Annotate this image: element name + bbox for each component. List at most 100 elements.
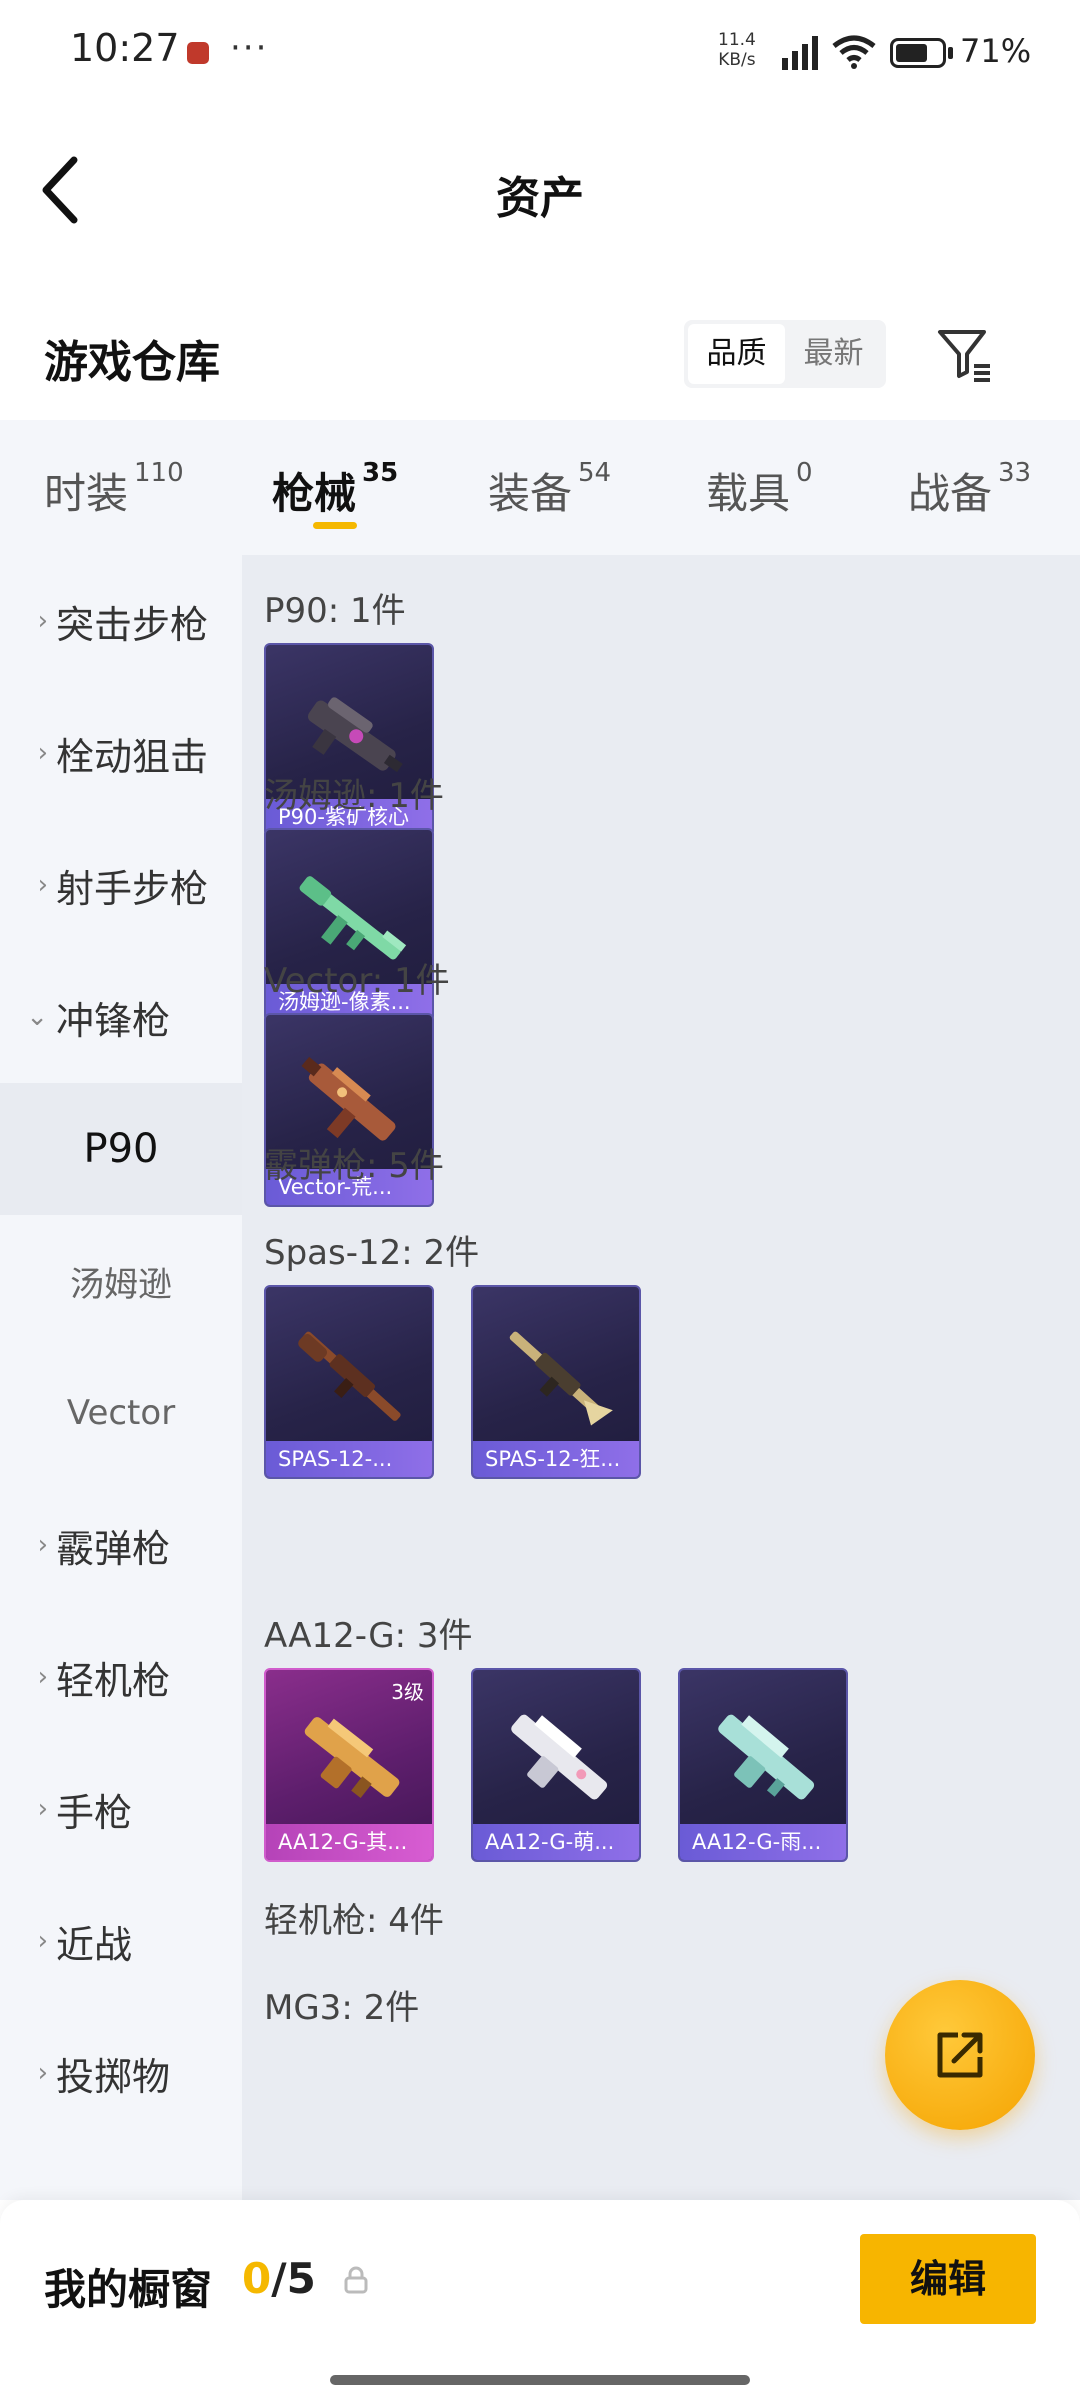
showcase-count-current: 0 (242, 2254, 272, 2303)
category-tabs: 时装 110 枪械 35 装备 54 载具 0 战备 33 (0, 420, 1080, 555)
tab-count: 33 (998, 458, 1032, 488)
battery-icon (890, 38, 946, 68)
chevron-right-icon: › (37, 606, 48, 636)
tab-label: 时装 (44, 469, 129, 518)
sort-by-newest[interactable]: 最新 (785, 324, 882, 384)
sidebar-item-label: 投掷物 (56, 2054, 171, 2099)
weapon-card[interactable]: SPAS-12-... (264, 1285, 434, 1479)
weapon-card[interactable]: AA12-G-萌... (471, 1668, 641, 1862)
wifi-icon (832, 35, 876, 69)
battery-level-fill (896, 44, 927, 62)
tab-firearms[interactable]: 枪械 35 (272, 458, 399, 521)
weapon-type-sidebar: › 突击步枪 › 栓动狙击 › 射手步枪 ⌄ 冲锋枪 P90 汤姆逊 Vector › 霰… (0, 555, 242, 2200)
notification-app-icon (187, 42, 209, 64)
group-title-spas12: Spas-12: 2件 (264, 1233, 480, 1273)
sidebar-item-lmg[interactable]: › 轻机枪 (0, 1611, 242, 1743)
showcase-count: 0/5 (242, 2254, 316, 2303)
weapon-card-label: SPAS-12-... (266, 1441, 432, 1477)
network-speed: 11.4 KB/s (718, 30, 756, 70)
sidebar-item-pistol[interactable]: › 手枪 (0, 1743, 242, 1875)
sidebar-item-label: 霰弹枪 (56, 1526, 171, 1571)
tab-vehicles[interactable]: 载具 0 (706, 458, 813, 521)
sidebar-item-bolt-sniper[interactable]: › 栓动狙击 (0, 687, 242, 819)
active-tab-indicator (313, 522, 357, 529)
chevron-right-icon: › (37, 1794, 48, 1824)
aa12g-skin-image (511, 1714, 608, 1800)
group-title-vector: Vector: 1件 (264, 961, 450, 1001)
lock-icon (344, 2266, 368, 2294)
network-speed-unit: KB/s (718, 50, 756, 70)
edit-button[interactable]: 编辑 (860, 2234, 1036, 2324)
group-title-aa12g: AA12-G: 3件 (264, 1616, 473, 1656)
tab-equipment[interactable]: 装备 54 (488, 458, 612, 521)
network-speed-value: 11.4 (718, 30, 756, 50)
group-title-lmg: 轻机枪: 4件 (264, 1901, 444, 1941)
weapon-card-label: AA12-G-萌... (473, 1824, 639, 1860)
weapon-list: P90: 1件 P90-紫矿核心 汤姆逊: 1件 汤姆逊-像素... Vecto… (242, 555, 1080, 2200)
signal-icon (782, 36, 818, 70)
weapon-card[interactable]: 3级 AA12-G-其... (264, 1668, 434, 1862)
weapon-card-label: AA12-G-雨... (680, 1824, 846, 1860)
home-indicator[interactable] (330, 2375, 750, 2385)
group-title-thompson: 汤姆逊: 1件 (264, 776, 444, 816)
share-button[interactable] (885, 1980, 1035, 2130)
chevron-right-icon: › (37, 1926, 48, 1956)
sidebar-item-throwables[interactable]: › 投掷物 (0, 2007, 242, 2139)
sidebar-sub-p90[interactable]: P90 (0, 1083, 242, 1215)
sidebar-sub-vector[interactable]: Vector (0, 1347, 242, 1479)
aa12g-skin-image (304, 1717, 400, 1798)
tab-count: 54 (578, 458, 612, 488)
tab-count: 110 (134, 458, 184, 488)
sidebar-item-label: 冲锋枪 (56, 998, 171, 1043)
chevron-right-icon: › (37, 1662, 48, 1692)
group-title-p90: P90: 1件 (264, 591, 406, 631)
chevron-right-icon: › (37, 2058, 48, 2088)
tab-fashion[interactable]: 时装 110 (44, 458, 184, 521)
sidebar-item-label: 近战 (56, 1922, 133, 1967)
sidebar-item-label: 突击步枪 (56, 602, 209, 647)
sidebar-item-assault-rifle[interactable]: › 突击步枪 (0, 555, 242, 687)
chevron-right-icon: › (37, 1530, 48, 1560)
status-time: 10:27 (70, 26, 180, 70)
showcase-title: 我的橱窗 (44, 2265, 213, 2314)
weapon-card[interactable]: AA12-G-雨... (678, 1668, 848, 1862)
chevron-right-icon: › (37, 738, 48, 768)
spas12-skin-image (298, 1331, 401, 1421)
sidebar-item-melee[interactable]: › 近战 (0, 1875, 242, 2007)
filter-icon[interactable] (934, 324, 994, 384)
sort-toggle: 品质 最新 (684, 320, 886, 388)
sidebar-item-label: 手枪 (56, 1790, 133, 1835)
sidebar-item-label: 轻机枪 (56, 1658, 171, 1703)
battery-cap (948, 47, 953, 59)
header: 资产 (0, 110, 1080, 270)
sidebar-item-label: 栓动狙击 (56, 734, 209, 779)
sidebar-item-shotgun[interactable]: › 霰弹枪 (0, 1479, 242, 1611)
warehouse-title: 游戏仓库 (44, 337, 220, 388)
weapon-card-label: AA12-G-其... (266, 1824, 432, 1860)
sort-by-quality[interactable]: 品质 (688, 324, 785, 384)
weapon-card[interactable]: SPAS-12-狂... (471, 1285, 641, 1479)
sidebar-item-label: 射手步枪 (56, 866, 209, 911)
spas12-skin-image (509, 1331, 613, 1426)
more-notifications-icon: ··· (230, 28, 269, 68)
sidebar-item-smg[interactable]: ⌄ 冲锋枪 (0, 951, 242, 1083)
weapon-card-label: SPAS-12-狂... (473, 1441, 639, 1477)
chevron-down-icon: ⌄ (26, 1002, 48, 1032)
tab-label: 装备 (488, 469, 573, 518)
chevron-right-icon: › (37, 870, 48, 900)
tab-supplies[interactable]: 战备 33 (908, 458, 1032, 521)
sidebar-item-marksman-rifle[interactable]: › 射手步枪 (0, 819, 242, 951)
tab-label: 战备 (908, 469, 993, 518)
tab-count: 35 (362, 458, 399, 488)
page-title: 资产 (496, 173, 584, 224)
status-bar: 10:27 ··· 11.4 KB/s 71% (0, 0, 1080, 110)
battery-percent: 71% (960, 32, 1032, 70)
share-icon (937, 2032, 983, 2078)
showcase-count-total: /5 (271, 2254, 316, 2303)
sidebar-sub-thompson[interactable]: 汤姆逊 (0, 1215, 242, 1347)
tab-count: 0 (796, 458, 813, 488)
group-title-shotgun: 霰弹枪: 5件 (264, 1146, 444, 1186)
group-title-mg3: MG3: 2件 (264, 1988, 420, 2028)
tab-label: 载具 (706, 469, 791, 518)
showcase-bar: 我的橱窗 0/5 编辑 (0, 2200, 1080, 2400)
